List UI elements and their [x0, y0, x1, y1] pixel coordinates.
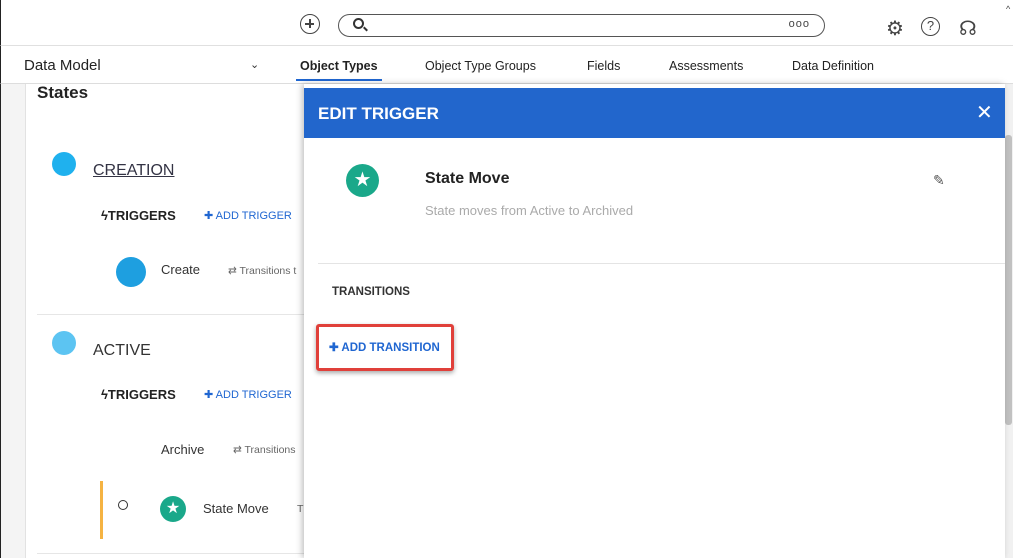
divider [318, 263, 1005, 264]
user-icon[interactable]: ☊ [959, 16, 977, 41]
state-color-dot [52, 152, 76, 176]
drawer-header: EDIT TRIGGER ✕ [304, 88, 1005, 138]
gear-icon[interactable]: ⚙ [886, 16, 904, 41]
section-selector-label[interactable]: Data Model [24, 57, 101, 74]
triggers-label: ϟTRIGGERS [101, 387, 176, 402]
transitions-label: TRANSITIONS [332, 286, 410, 298]
tab-object-type-groups[interactable]: Object Type Groups [425, 59, 536, 73]
star-icon: ★ [160, 496, 186, 522]
top-bar: ooo ⚙ ? ☊ ^ [0, 0, 1013, 46]
add-trigger-button[interactable]: ✚ ADD TRIGGER [204, 388, 292, 401]
page-title: States [37, 83, 89, 102]
add-icon[interactable] [300, 14, 320, 34]
state-name-active[interactable]: ACTIVE [93, 342, 151, 360]
tab-object-types[interactable]: Object Types [296, 59, 382, 81]
help-icon[interactable]: ? [921, 17, 940, 36]
close-icon[interactable]: ✕ [976, 100, 993, 125]
state-color-dot [52, 331, 76, 355]
caret-up-icon: ^ [1006, 4, 1011, 14]
search-input[interactable]: ooo [338, 14, 825, 37]
tab-data-definition[interactable]: Data Definition [792, 59, 874, 73]
search-icon [353, 18, 364, 29]
nav-bar: Data Model ⌄ Object Types Object Type Gr… [0, 46, 1013, 84]
trigger-transitions: T [297, 503, 304, 515]
add-transition-button[interactable]: ✚ ADD TRANSITION [329, 340, 440, 354]
triggers-label: ϟTRIGGERS [101, 208, 176, 223]
state-name-creation[interactable]: CREATION [93, 162, 174, 180]
tab-assessments[interactable]: Assessments [669, 59, 743, 73]
edit-trigger-drawer: EDIT TRIGGER ✕ ★ State Move State moves … [304, 84, 1005, 558]
trigger-icon [116, 257, 146, 287]
trigger-transitions: ⇄ Transitions [233, 444, 296, 456]
clock-icon [118, 500, 128, 510]
divider [37, 314, 305, 315]
add-trigger-button[interactable]: ✚ ADD TRIGGER [204, 209, 292, 222]
star-icon: ★ [346, 164, 379, 197]
selected-indicator [100, 481, 103, 539]
trigger-name-archive[interactable]: Archive [161, 442, 204, 457]
trigger-title: State Move [425, 170, 510, 187]
scrollbar-thumb[interactable] [1005, 135, 1012, 425]
drawer-title: EDIT TRIGGER [318, 104, 439, 123]
trigger-transitions: ⇄ Transitions t [228, 265, 297, 277]
divider [37, 553, 305, 554]
search-options-icon[interactable]: ooo [789, 18, 810, 30]
pencil-icon[interactable]: ✎ [933, 172, 945, 189]
trigger-name-state-move[interactable]: State Move [203, 501, 269, 516]
chevron-down-icon[interactable]: ⌄ [250, 58, 259, 71]
trigger-name-create[interactable]: Create [161, 262, 200, 277]
trigger-description: State moves from Active to Archived [425, 203, 634, 218]
tab-fields[interactable]: Fields [587, 59, 620, 73]
